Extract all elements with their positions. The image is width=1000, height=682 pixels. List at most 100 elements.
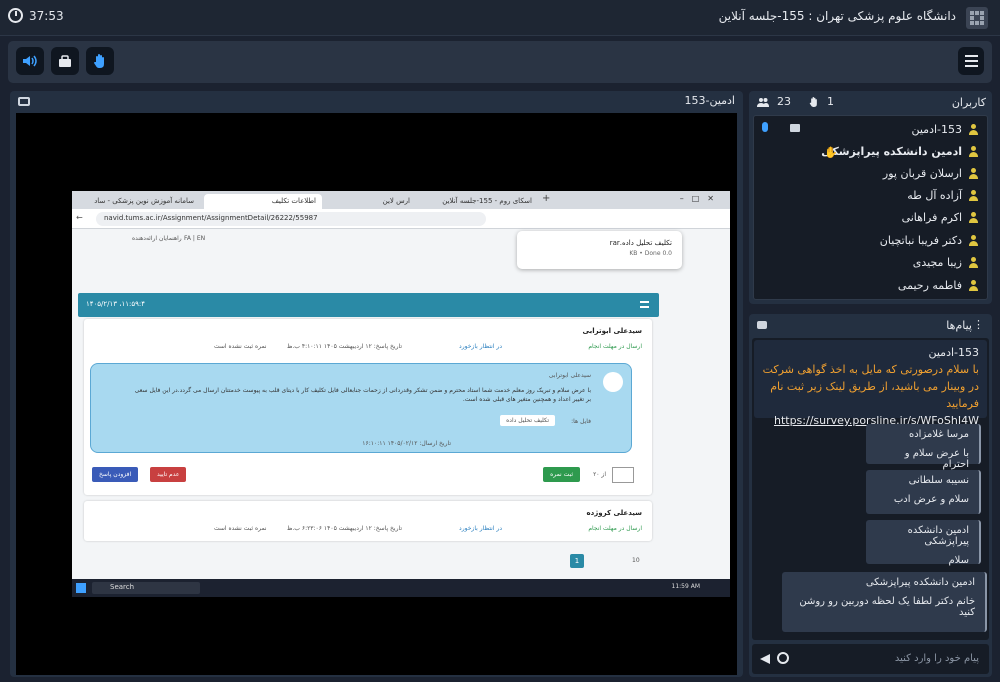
reject-button[interactable]: عدم تایید — [150, 467, 187, 482]
user-name: اکرم فراهانی — [901, 210, 962, 224]
person-icon — [968, 256, 979, 268]
message-author: مرسا غلامزاده — [908, 429, 969, 440]
session-timer: 37:53 — [8, 8, 64, 23]
download-status: 0.0 KB • Done — [629, 250, 672, 257]
users-list: 153-ادمین ادمین دانشکده پیراپزشکی ✋ ارسل… — [753, 115, 988, 300]
download-popup: تکلیف تحلیل داده.rar 0.0 KB • Done — [517, 231, 682, 269]
person-icon — [968, 167, 979, 179]
message-text: با عرض سلام و احترام — [904, 448, 969, 470]
submission-card: سیدعلی ابوترابی ارسال در مهلت انجام در ا… — [84, 319, 652, 495]
windows-start-icon[interactable] — [76, 583, 86, 593]
user-name: ادمین دانشکده پیراپزشکی — [821, 144, 962, 158]
person-icon — [968, 234, 979, 246]
review-status: در انتظار بازخورد — [459, 525, 502, 532]
microphone-icon[interactable] — [762, 122, 768, 132]
user-name: فاطمه رحیمی — [897, 278, 962, 292]
address-bar: ← navid.tums.ac.ir/Assignment/Assignment… — [72, 209, 730, 229]
shared-screen: سامانه آموزش نوین پزشکی - ساد اطلاعات تک… — [72, 191, 730, 579]
user-item[interactable]: ارسلان قربان پور — [752, 162, 987, 184]
person-icon — [968, 211, 979, 223]
message-author: 153-ادمین — [928, 346, 979, 359]
answer-date: تاریخ پاسخ: ۱۲ اردیبهشت ۱۴۰۵ ۴:۱۰:۱۱ ب.ظ — [286, 343, 402, 350]
attachment-file[interactable]: تکلیف تحلیل داده — [500, 415, 555, 426]
student-name: سیدعلی کروژده — [586, 509, 642, 517]
hand-icon — [94, 54, 104, 68]
users-count: 23 — [777, 95, 791, 108]
user-item[interactable]: دکتر فریبا نباتچیان — [752, 229, 987, 251]
submission-status: ارسال در مهلت انجام — [588, 525, 642, 532]
grade-input[interactable] — [612, 467, 634, 483]
submit-grade-button[interactable]: ثبت نمره — [543, 467, 580, 482]
presentation-stage: 153-ادمین سامانه آموزش نوین پزشکی - ساد … — [10, 91, 743, 677]
portal-header: ۱۴۰۵/۲/۱۳ ،۱۱:۵۹:۴ — [78, 293, 659, 317]
main-menu-button[interactable] — [958, 47, 984, 75]
user-item[interactable]: اکرم فراهانی — [752, 206, 987, 228]
raise-hand-button[interactable] — [86, 47, 114, 75]
url-field[interactable]: navid.tums.ac.ir/Assignment/AssignmentDe… — [96, 212, 486, 226]
answer-bubble: سیدعلی ابوترابی با عرض سلام و تبریک روز … — [90, 363, 632, 453]
messages-list: 153-ادمین با سلام درصورتی که مایل به اخذ… — [752, 338, 989, 640]
person-icon — [968, 279, 979, 291]
browser-tab[interactable]: ارس لاین — [326, 194, 416, 209]
message-text: با سلام درصورتی که مایل به اخذ گواهی شرک… — [762, 363, 979, 410]
new-tab-icon[interactable]: + — [542, 193, 550, 204]
more-options-icon[interactable]: ⋮ — [973, 318, 984, 331]
person-icon — [968, 145, 979, 157]
user-name: آزاده آل طه — [907, 188, 962, 202]
back-icon[interactable]: ← — [76, 213, 83, 222]
user-item[interactable]: فاطمه رحیمی — [752, 274, 987, 296]
user-menu[interactable]: راهنمایان ارائه‌دهنده — [132, 235, 182, 242]
chat-panel: پیام‌ها ⋮ 153-ادمین با سلام درصورتی که م… — [749, 314, 992, 677]
user-name: زیبا مجیدی — [912, 255, 962, 269]
chat-message: ادمین دانشکده پیراپزشکی خانم دکتر لطفا ی… — [782, 572, 987, 632]
hand-icon: ✋ — [824, 146, 838, 159]
submission-status: ارسال در مهلت انجام — [588, 343, 642, 350]
message-author: ادمین دانشکده پیراپزشکی — [907, 525, 969, 547]
message-author: ادمین دانشکده پیراپزشکی — [865, 577, 975, 588]
users-title: کاربران — [951, 96, 986, 109]
message-input[interactable]: پیام خود را وارد کنید — [895, 653, 979, 664]
message-text: سلام و عرض ادب — [893, 494, 969, 505]
user-item[interactable]: 153-ادمین — [752, 118, 987, 140]
browser-tab-active[interactable]: اطلاعات تکلیف — [204, 194, 322, 209]
page-size-select[interactable]: 10 — [632, 557, 640, 564]
grade-of-label: از ۲۰ — [593, 471, 606, 478]
answer-date: تاریخ پاسخ: ۱۲ اردیبهشت ۱۴۰۵ ۶:۲۳:۰۶ ب.ظ — [286, 525, 402, 532]
bubble-author: سیدعلی ابوترابی — [548, 372, 591, 379]
submission-card: سیدعلی کروژده ارسال در مهلت انجام در انت… — [84, 501, 652, 541]
user-item[interactable]: آزاده آل طه — [752, 184, 987, 206]
pinned-message: 153-ادمین با سلام درصورتی که مایل به اخذ… — [754, 340, 987, 427]
user-item[interactable]: زیبا مجیدی — [752, 251, 987, 273]
browser-tab[interactable]: اسکای روم - 155-جلسه آنلاین — [420, 194, 538, 209]
hamburger-icon — [964, 55, 978, 57]
windows-taskbar: Search 11:59 AM — [72, 579, 730, 597]
send-icon[interactable] — [760, 654, 770, 664]
chat-title: پیام‌ها — [946, 319, 972, 332]
app-title: دانشگاه علوم پزشکی تهران : 155-جلسه آنلا… — [718, 9, 956, 23]
users-icon — [757, 97, 769, 107]
add-reply-button[interactable]: افزودن پاسخ — [92, 467, 139, 482]
user-name: 153-ادمین — [911, 122, 962, 136]
download-filename[interactable]: تکلیف تحلیل داده.rar — [527, 239, 672, 247]
window-controls[interactable]: –□✕ — [680, 194, 722, 203]
portal-menu-icon[interactable] — [640, 301, 649, 308]
hand-icon — [809, 96, 817, 107]
speaker-button[interactable] — [16, 47, 44, 75]
taskbar-search[interactable]: Search — [92, 582, 200, 594]
review-status: در انتظار بازخورد — [459, 343, 502, 350]
browser-tab[interactable]: سامانه آموزش نوین پزشکی - ساد — [82, 194, 200, 209]
screen-share-icon[interactable] — [18, 97, 30, 106]
message-input-bar: پیام خود را وارد کنید — [752, 644, 989, 674]
presenter-name: 153-ادمین — [684, 94, 735, 107]
briefcase-button[interactable] — [51, 47, 79, 75]
chat-message: ادمین دانشکده پیراپزشکی سلام — [866, 520, 981, 566]
users-panel: 23 1 کاربران 153-ادمین ادمین دانشکده پیر… — [749, 91, 992, 304]
pagination-current[interactable]: 1 — [570, 554, 584, 568]
student-avatar — [603, 372, 623, 392]
language-switch[interactable]: FA | EN — [184, 235, 205, 242]
emoji-icon[interactable] — [777, 652, 789, 664]
briefcase-icon — [59, 54, 71, 67]
taskbar-clock: 11:59 AM — [671, 583, 700, 590]
web-page: راهنمایان ارائه‌دهنده FA | EN ۱۴۰۵/۲/۱۳ … — [72, 229, 730, 579]
user-item[interactable]: ادمین دانشکده پیراپزشکی — [752, 140, 987, 162]
